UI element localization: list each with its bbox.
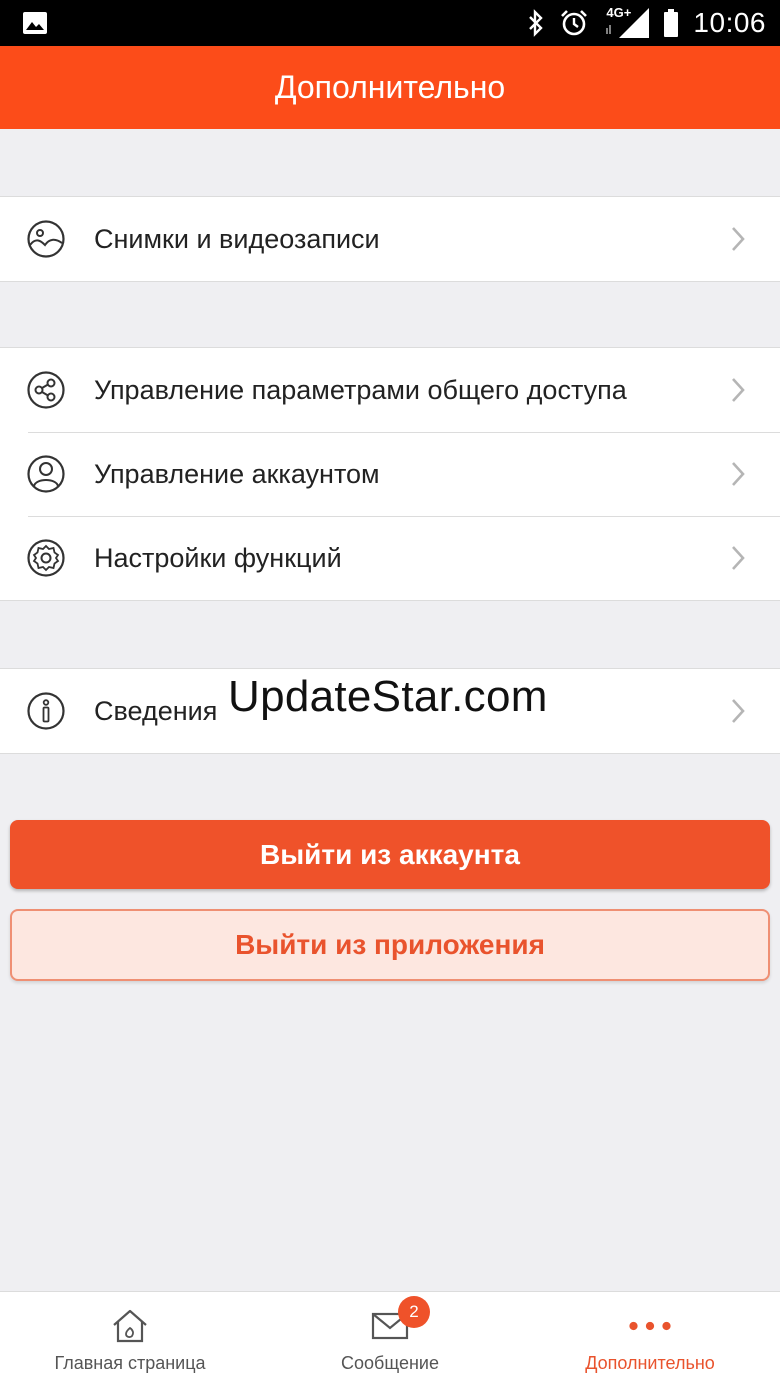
menu-item-label: Снимки и видеозаписи [94, 223, 380, 254]
nav-tab-messages[interactable]: Сообщение [260, 1292, 520, 1386]
menu-group-settings: Управление параметрами общего доступа Уп… [0, 347, 780, 601]
app-bar: Дополнительно [0, 46, 780, 129]
alarm-icon [559, 8, 589, 38]
battery-icon [663, 9, 679, 37]
nav-label: Дополнительно [585, 1353, 715, 1373]
nav-tab-more[interactable]: Дополнительно [520, 1292, 780, 1386]
status-time: 10:06 [693, 7, 766, 38]
account-icon [26, 454, 66, 494]
chevron-right-icon [730, 226, 746, 252]
menu-item-photos-videos[interactable]: Снимки и видеозаписи [0, 197, 780, 281]
home-icon [108, 1308, 152, 1344]
info-icon [26, 691, 66, 731]
logout-button[interactable]: Выйти из аккаунта [10, 820, 770, 889]
watermark: UpdateStar.com [228, 672, 548, 721]
signal-icon: 4G+ [603, 5, 650, 38]
network-type: 4G+ [606, 5, 632, 20]
more-icon [628, 1308, 672, 1344]
bottom-navigation: Главная страница Сообщение Дополнительно [0, 1291, 780, 1386]
nav-tab-home[interactable]: Главная страница [0, 1292, 260, 1386]
menu-item-sharing[interactable]: Управление параметрами общего доступа [0, 348, 780, 432]
nav-label: Главная страница [54, 1353, 206, 1373]
nav-label: Сообщение [341, 1353, 439, 1373]
menu-item-function-settings[interactable]: Настройки функций [0, 516, 780, 600]
menu-item-account[interactable]: Управление аккаунтом [0, 432, 780, 516]
menu-item-label: Сведения [94, 695, 218, 726]
menu-item-label: Управление параметрами общего доступа [94, 374, 627, 405]
screen: 4G+ 10:06 Дополнительно Снимки и видеоза… [0, 0, 780, 1386]
share-icon [26, 370, 66, 410]
menu-group-media: Снимки и видеозаписи [0, 196, 780, 282]
exit-app-button[interactable]: Выйти из приложения [10, 909, 770, 981]
image-icon [22, 11, 48, 35]
chevron-right-icon [730, 377, 746, 403]
menu-item-label: Управление аккаунтом [94, 458, 380, 489]
settings-icon [26, 538, 66, 578]
status-bar: 4G+ 10:06 [0, 0, 780, 46]
menu-item-label: Настройки функций [94, 542, 342, 573]
chevron-right-icon [730, 698, 746, 724]
chevron-right-icon [730, 461, 746, 487]
message-count-badge: 2 [398, 1296, 430, 1328]
bluetooth-icon [527, 9, 545, 37]
gallery-icon [26, 219, 66, 259]
chevron-right-icon [730, 545, 746, 571]
page-title: Дополнительно [274, 69, 506, 105]
